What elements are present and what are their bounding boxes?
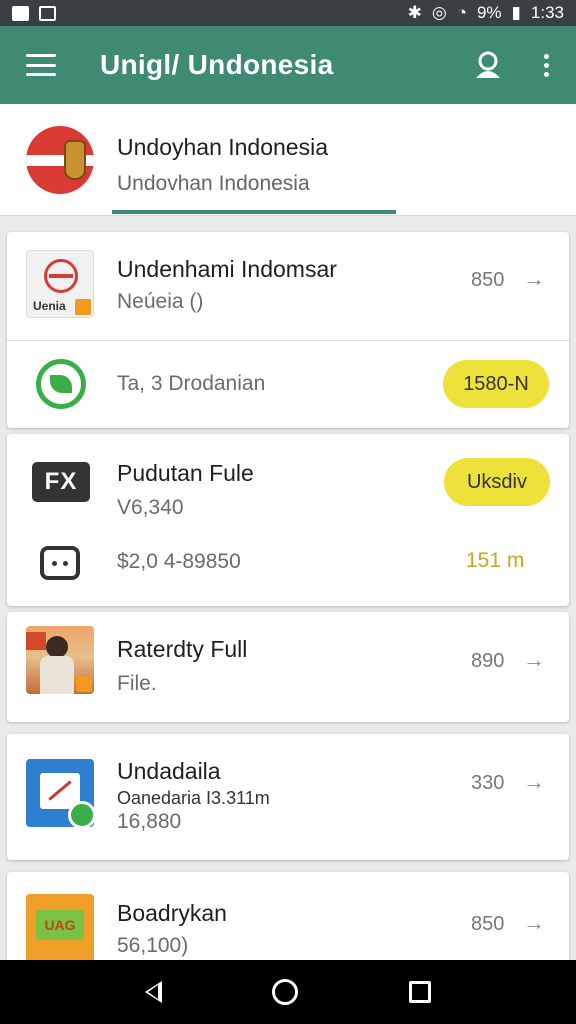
gamepad-icon [40, 546, 80, 580]
account-icon [476, 51, 500, 78]
image-icon [39, 5, 56, 21]
header-card[interactable]: Undoyhan Indonesia Undovhan Indonesia [0, 104, 576, 216]
arrow-right-icon: → [523, 266, 545, 291]
notification-icon [12, 5, 29, 21]
arrow-right-icon: → [523, 769, 545, 794]
list-card: Raterdty Full File. 890 → [7, 612, 569, 722]
active-tab-indicator [112, 210, 396, 214]
leaf-badge-icon [36, 359, 86, 409]
battery-icon: ▮ [511, 3, 521, 22]
fx-icon: FX [32, 462, 90, 502]
wifi-icon: ◔ [456, 3, 467, 22]
app-thumbnail-icon: Uenia [26, 250, 94, 318]
app-bar: Unigl/ Undonesia [0, 26, 576, 104]
action-pill[interactable]: Uksdiv [444, 458, 550, 506]
header-title: Undoyhan Indonesia [117, 134, 328, 160]
item-subtitle: Neúeia () [117, 290, 204, 313]
list-card: Undadaila Oanedaria I3.311m 16,880 330 → [7, 734, 569, 860]
list-card: UAG Boadrykan 56,100) 850 → [7, 872, 569, 972]
item-title: Raterdty Full [117, 636, 248, 662]
item-detail: 16,880 [117, 810, 182, 833]
status-bar: ✱ ◎ ◔ 9% ▮ 1:33 [0, 0, 576, 26]
back-icon[interactable] [145, 981, 163, 1003]
compass-app-icon [26, 759, 96, 829]
alarm-icon: ◎ [431, 3, 447, 22]
photo-thumbnail-icon [26, 626, 94, 694]
clock: 1:33 [530, 3, 564, 22]
item-value: 850 [471, 269, 505, 291]
list-item[interactable]: FX Pudutan Fule V6,340 Uksdiv [7, 434, 569, 524]
item-title: $2,0 4-89850 [117, 550, 241, 573]
bluetooth-icon: ✱ [407, 3, 422, 22]
recents-icon[interactable] [408, 981, 431, 1003]
item-subtitle: Oanedaria I3.311m [117, 788, 270, 808]
item-value: 151 m [466, 549, 525, 572]
item-value: 330 [471, 772, 505, 794]
list-item[interactable]: Undadaila Oanedaria I3.311m 16,880 330 → [7, 734, 569, 860]
app-title: Unigl/ Undonesia [100, 49, 334, 80]
header-subtitle: Undovhan Indonesia [117, 172, 310, 195]
menu-button[interactable] [0, 26, 82, 104]
list-item[interactable]: Ta, 3 Drodanian 1580-N [7, 341, 569, 428]
more-icon [543, 53, 549, 77]
list-item[interactable]: UAG Boadrykan 56,100) 850 → [7, 872, 569, 972]
list-item[interactable]: $2,0 4-89850 151 m [7, 526, 569, 606]
arrow-right-icon: → [523, 647, 545, 672]
more-options-button[interactable] [516, 26, 576, 104]
item-value: 890 [471, 650, 505, 672]
item-title: Boadrykan [117, 900, 227, 926]
navigation-bar [0, 960, 576, 1024]
list-item[interactable]: Raterdty Full File. 890 → [7, 612, 569, 722]
indonesia-logo-icon [26, 126, 94, 194]
menu-icon [26, 54, 56, 76]
item-title: Undenhami Indomsar [117, 256, 337, 282]
item-title: Pudutan Fule [117, 460, 254, 486]
status-pill[interactable]: 1580-N [443, 360, 549, 408]
app-thumbnail-icon: UAG [26, 894, 94, 962]
home-icon[interactable] [272, 979, 299, 1005]
battery-text: 9% [476, 3, 502, 22]
item-title: Undadaila [117, 758, 221, 784]
list-card: Uenia Undenhami Indomsar Neúeia () 850 →… [7, 232, 569, 428]
item-subtitle: 56,100) [117, 934, 189, 957]
item-value: 850 [471, 913, 505, 935]
item-title: Ta, 3 Drodanian [117, 372, 266, 395]
list-item[interactable]: Uenia Undenhami Indomsar Neúeia () 850 → [7, 232, 569, 340]
arrow-right-icon: → [523, 910, 545, 935]
item-subtitle: V6,340 [117, 496, 184, 519]
item-subtitle: File. [117, 672, 157, 695]
list-card: FX Pudutan Fule V6,340 Uksdiv $2,0 4-898… [7, 434, 569, 606]
account-button[interactable] [460, 26, 516, 104]
